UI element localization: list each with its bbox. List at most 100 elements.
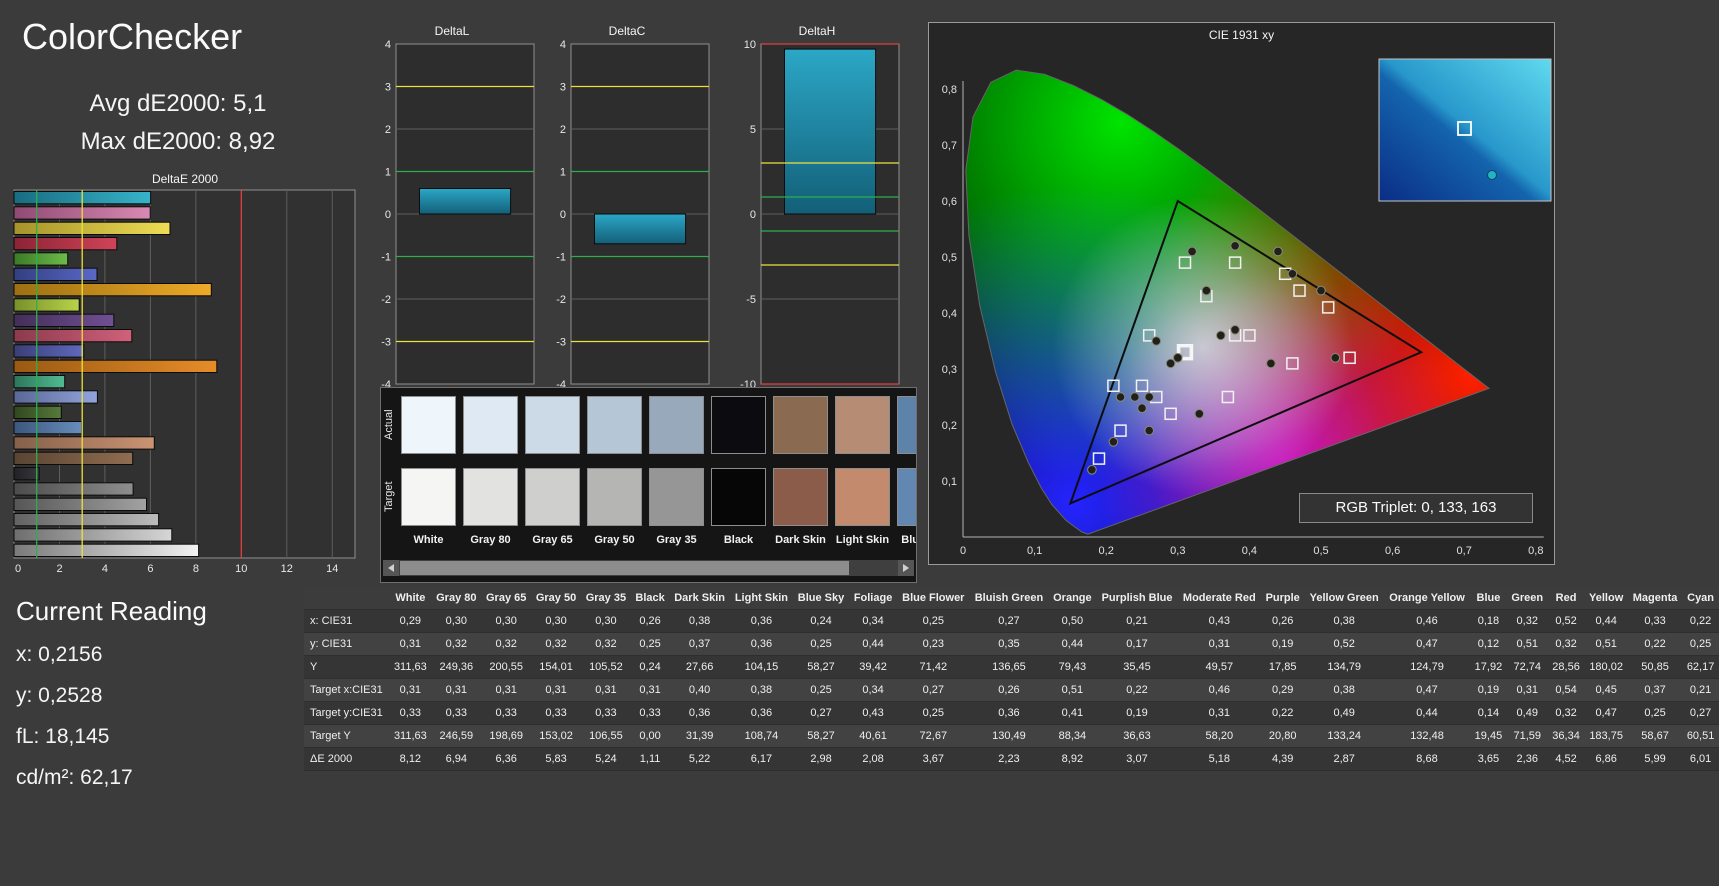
table-cell: 0,50	[1048, 609, 1097, 633]
measured-point-black	[1144, 392, 1154, 402]
col-header-cyan: Cyan	[1682, 587, 1719, 610]
max-de2000-readout: Max dE2000: 8,92	[80, 128, 276, 155]
row-label-target-y: Target Y	[304, 724, 390, 748]
table-cell: 0,37	[669, 632, 730, 656]
table-cell: 0,24	[630, 655, 670, 679]
row-label-y: Y	[304, 655, 390, 679]
table-cell: 180,02	[1584, 655, 1628, 679]
table-cell: 4,39	[1260, 747, 1305, 771]
table-cell: 105,52	[580, 655, 631, 679]
swatch-target-gray-35[interactable]	[649, 468, 704, 526]
scrollbar-track[interactable]	[399, 560, 898, 576]
table-cell: 183,75	[1584, 724, 1628, 748]
table-cell: 153,02	[531, 724, 581, 748]
measured-point-magenta	[1194, 409, 1205, 419]
table-cell: 0,30	[580, 609, 631, 633]
measured-point-purple	[1144, 425, 1154, 436]
swatch-target-black[interactable]	[711, 468, 766, 526]
table-cell: 0,32	[1547, 632, 1585, 656]
svg-text:3: 3	[560, 82, 566, 94]
deltal-chart-title: DeltaL	[434, 24, 470, 38]
swatch-actual-gray-65[interactable]	[525, 396, 580, 454]
svg-text:1: 1	[385, 167, 391, 179]
deltal-chart-plot: 4 3 2 1 0 -1 -2 -3 -4	[366, 39, 538, 397]
measured-point-green	[1187, 246, 1197, 257]
measured-point-gray-35	[1173, 353, 1183, 363]
scroll-left-button[interactable]	[383, 560, 399, 576]
table-cell: 133,24	[1304, 724, 1384, 748]
swatch-actual-gray-80[interactable]	[463, 396, 518, 454]
svg-text:0,7: 0,7	[942, 140, 957, 152]
table-cell: 0,22	[1627, 632, 1683, 656]
table-cell: 0,31	[1506, 678, 1548, 702]
table-cell: 0,46	[1177, 678, 1261, 702]
swatch-actual-gray-50[interactable]	[587, 396, 642, 454]
swatch-scrollbar[interactable]	[383, 560, 914, 576]
col-header-magenta: Magenta	[1627, 587, 1683, 610]
row-label-x-cie31: x: CIE31	[304, 609, 390, 633]
table-cell: 0,14	[1470, 701, 1507, 725]
table-cell: 0,52	[1304, 632, 1384, 656]
table-cell: 0,37	[1627, 678, 1683, 702]
deltac-svg-bar	[594, 213, 687, 245]
table-cell: 0,31	[481, 678, 532, 702]
table-cell: 0,36	[969, 701, 1049, 725]
target-swatch-row	[401, 468, 916, 526]
svg-text:0: 0	[750, 209, 756, 221]
table-cell: 0,25	[1682, 632, 1719, 656]
reading-x: x: 0,2156	[16, 643, 103, 666]
svg-text:4: 4	[385, 40, 391, 51]
swatch-target-gray-65[interactable]	[525, 468, 580, 526]
swatch-target-white[interactable]	[401, 468, 456, 526]
actual-swatch-row	[401, 396, 916, 454]
measurement-table-wrap: White Gray 80 Gray 65 Gray 50 Gray 35 Black Da…	[304, 587, 1719, 771]
col-header-blue: Blue	[1470, 587, 1507, 610]
table-cell: 0,25	[792, 678, 850, 702]
swatch-actual-blue-sky[interactable]	[897, 396, 916, 454]
swatch-actual-black[interactable]	[711, 396, 766, 454]
measured-point-moderate-red	[1266, 358, 1276, 369]
swatch-target-dark-skin[interactable]	[773, 468, 828, 526]
table-cell: 0,44	[849, 632, 898, 656]
swatch-target-blue-sky[interactable]	[897, 468, 916, 526]
svg-text:0,1: 0,1	[942, 476, 957, 488]
svg-text:5: 5	[750, 124, 756, 136]
table-cell: 0,22	[1096, 678, 1178, 702]
table-cell: 0,32	[531, 632, 581, 656]
table-cell: 246,59	[431, 724, 482, 748]
swatch-target-gray-80[interactable]	[463, 468, 518, 526]
svg-text:0,8: 0,8	[942, 84, 957, 96]
table-cell: 0,31	[630, 678, 670, 702]
current-reading-block: Current Reading x: 0,2156 y: 0,2528 fL: …	[16, 596, 207, 807]
swatch-label-light-skin: Light Skin	[835, 534, 890, 546]
scrollbar-thumb[interactable]	[400, 561, 850, 575]
table-cell: 311,63	[389, 724, 432, 748]
table-cell: 0,32	[431, 632, 482, 656]
svg-text:0,6: 0,6	[942, 196, 957, 208]
table-cell: 0,52	[1547, 609, 1585, 633]
table-cell: 0,26	[630, 609, 670, 633]
col-header-green: Green	[1506, 587, 1548, 610]
table-cell: 17,92	[1470, 655, 1507, 679]
swatch-actual-white[interactable]	[401, 396, 456, 454]
swatch-target-gray-50[interactable]	[587, 468, 642, 526]
cie-1931-panel: CIE 1931 xy 0 0,1 0,2 0,3 0,4 0,5 0,6 0,7 0,8 0,1…	[928, 22, 1555, 565]
scroll-left-icon	[388, 564, 394, 572]
reading-fl: fL: 18,145	[16, 725, 110, 748]
table-cell: 0,51	[1584, 632, 1628, 656]
scroll-right-button[interactable]	[898, 560, 914, 576]
swatch-target-light-skin[interactable]	[835, 468, 890, 526]
swatch-actual-dark-skin[interactable]	[773, 396, 828, 454]
table-cell: 0,33	[580, 701, 631, 725]
reading-y: y: 0,2528	[16, 684, 103, 707]
table-cell: 108,74	[729, 724, 793, 748]
svg-text:1: 1	[560, 167, 566, 179]
col-header-foliage: Foliage	[849, 587, 898, 610]
deltal-chart: DeltaL 4 3 2 1 0 -1 -2 -3 -4	[366, 24, 538, 397]
svg-text:4: 4	[102, 563, 108, 575]
table-cell: 60,51	[1682, 724, 1719, 748]
swatch-actual-light-skin[interactable]	[835, 396, 890, 454]
swatch-actual-gray-35[interactable]	[649, 396, 704, 454]
table-cell: 2,87	[1304, 747, 1384, 771]
table-cell: 58,20	[1177, 724, 1261, 748]
